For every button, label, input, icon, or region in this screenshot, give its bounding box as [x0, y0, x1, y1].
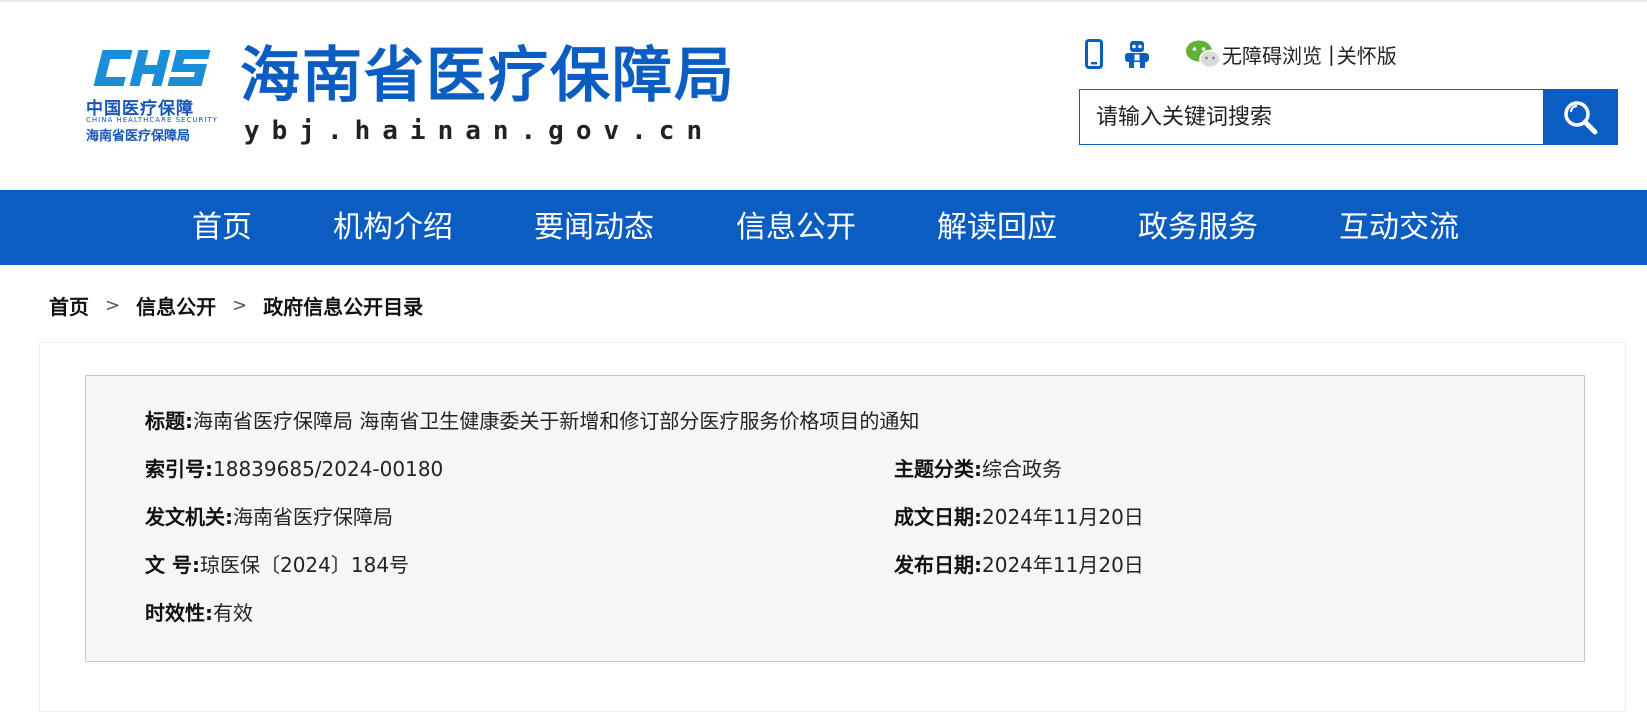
- care-version-link[interactable]: 关怀版: [1337, 40, 1397, 69]
- meta-title-value: 海南省医疗保障局 海南省卫生健康委关于新增和修订部分医疗服务价格项目的通知: [193, 409, 920, 433]
- breadcrumb-catalog[interactable]: 政府信息公开目录: [263, 291, 423, 320]
- meta-index-no-value: 18839685/2024-00180: [213, 457, 444, 481]
- nav-item-interpretation[interactable]: 解读回应: [937, 190, 1057, 265]
- meta-topic-value: 综合政务: [982, 457, 1062, 481]
- meta-topic-label: 主题分类:: [894, 457, 982, 481]
- meta-written-date-value: 2024年11月20日: [982, 505, 1144, 529]
- nav-item-home[interactable]: 首页: [192, 190, 252, 265]
- top-border: [0, 0, 1647, 2]
- meta-issuer-label: 发文机关:: [145, 505, 233, 529]
- breadcrumb-info-disclosure[interactable]: 信息公开: [136, 291, 216, 320]
- meta-issuer-value: 海南省医疗保障局: [233, 505, 393, 529]
- meta-issuer: 发文机关:海南省医疗保障局: [145, 502, 393, 532]
- wechat-icon[interactable]: [1184, 38, 1222, 70]
- main-nav: 首页 机构介绍 要闻动态 信息公开 解读回应 政务服务 互动交流: [0, 190, 1647, 265]
- meta-validity-value: 有效: [213, 601, 253, 625]
- search-button[interactable]: [1543, 90, 1617, 144]
- search-box: [1079, 89, 1618, 145]
- meta-written-date-label: 成文日期:: [894, 505, 982, 529]
- meta-doc-no-value: 琼医保〔2024〕184号: [199, 553, 410, 577]
- meta-doc-no: 文 号:琼医保〔2024〕184号: [145, 550, 409, 580]
- breadcrumb-separator: >: [105, 294, 121, 316]
- breadcrumb-home[interactable]: 首页: [49, 291, 89, 320]
- meta-doc-no-label: 文 号:: [145, 553, 200, 577]
- logo-sub-text: 海南省医疗保障局: [86, 129, 191, 144]
- meta-title-label: 标题:: [145, 409, 193, 433]
- phone-icon[interactable]: [1082, 38, 1106, 70]
- meta-topic: 主题分类:综合政务: [894, 454, 1062, 484]
- site-title[interactable]: 海南省医疗保障局: [240, 38, 736, 114]
- search-icon: [1564, 101, 1598, 135]
- chs-logo-mark-icon: [93, 50, 211, 86]
- meta-publish-date-label: 发布日期:: [894, 553, 982, 577]
- meta-index-no-label: 索引号:: [145, 457, 213, 481]
- meta-publish-date-value: 2024年11月20日: [982, 553, 1144, 577]
- accessible-browse-link[interactable]: 无障碍浏览: [1222, 40, 1322, 69]
- nav-item-organization[interactable]: 机构介绍: [333, 190, 453, 265]
- header-tools: 无障碍浏览 | 关怀版: [1082, 36, 1397, 72]
- nav-item-gov-services[interactable]: 政务服务: [1138, 190, 1258, 265]
- nav-item-news[interactable]: 要闻动态: [534, 190, 654, 265]
- nav-item-interaction[interactable]: 互动交流: [1339, 190, 1459, 265]
- meta-publish-date: 发布日期:2024年11月20日: [894, 550, 1144, 580]
- search-input[interactable]: [1080, 90, 1544, 144]
- site-domain: ybj.hainan.gov.cn: [244, 116, 715, 146]
- logo-en-text: CHINA HEALTHCARE SECURITY: [86, 116, 218, 124]
- meta-validity: 时效性:有效: [145, 598, 253, 628]
- meta-written-date: 成文日期:2024年11月20日: [894, 502, 1144, 532]
- nav-item-info-disclosure[interactable]: 信息公开: [736, 190, 856, 265]
- breadcrumb-separator: >: [232, 294, 248, 316]
- breadcrumb: 首页 > 信息公开 > 政府信息公开目录: [49, 290, 423, 320]
- meta-index-no: 索引号:18839685/2024-00180: [145, 454, 443, 484]
- robot-icon[interactable]: [1120, 38, 1154, 70]
- chs-logo[interactable]: 中国医疗保障 CHINA HEALTHCARE SECURITY 海南省医疗保障…: [86, 44, 236, 148]
- meta-title: 标题:海南省医疗保障局 海南省卫生健康委关于新增和修订部分医疗服务价格项目的通知: [145, 406, 919, 436]
- document-meta-box: 标题:海南省医疗保障局 海南省卫生健康委关于新增和修订部分医疗服务价格项目的通知…: [85, 375, 1585, 662]
- tool-separator: |: [1328, 42, 1335, 66]
- meta-validity-label: 时效性:: [145, 601, 213, 625]
